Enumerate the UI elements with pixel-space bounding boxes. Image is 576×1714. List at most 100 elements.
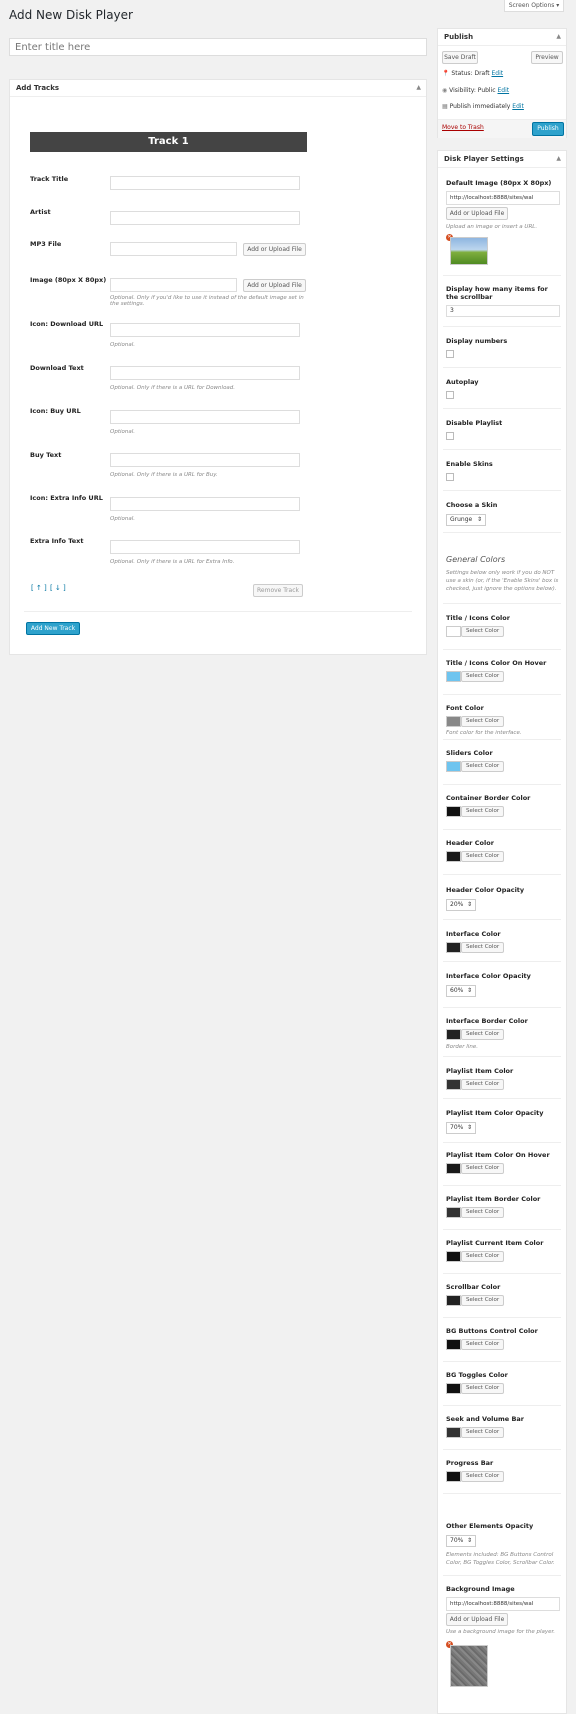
status-edit-link[interactable]: Edit bbox=[492, 70, 504, 77]
general-colors-note: Settings below only work if you do NOT u… bbox=[446, 570, 559, 592]
buy-text-input[interactable] bbox=[110, 453, 300, 467]
playlist-item-color-on-hover-button[interactable]: Select Color bbox=[461, 1163, 505, 1174]
disable-playlist-checkbox[interactable] bbox=[446, 432, 454, 440]
seek-and-volume-bar-swatch[interactable] bbox=[446, 1427, 461, 1438]
move-to-trash-link[interactable]: Move to Trash bbox=[442, 124, 484, 131]
image-input[interactable] bbox=[110, 278, 237, 292]
scrollbar-color-swatch[interactable] bbox=[446, 1295, 461, 1306]
interface-border-button[interactable]: Select Color bbox=[461, 1029, 505, 1040]
sliders-color-swatch[interactable] bbox=[446, 761, 461, 772]
other-opacity-hint: Elements included: BG Buttons Control Co… bbox=[446, 1552, 555, 1566]
pin-icon: 📍 bbox=[442, 70, 450, 77]
mp3-upload-button[interactable]: Add or Upload File bbox=[243, 243, 306, 256]
visibility-edit-link[interactable]: Edit bbox=[498, 87, 510, 94]
header-color-button[interactable]: Select Color bbox=[461, 851, 505, 862]
mp3-file-input[interactable] bbox=[110, 242, 237, 256]
header-color-swatch[interactable] bbox=[446, 851, 461, 862]
playlist-current-item-color-label: Playlist Current Item Color bbox=[446, 1239, 544, 1247]
progress-bar-swatch[interactable] bbox=[446, 1471, 461, 1482]
playlist-current-item-color-swatch[interactable] bbox=[446, 1251, 461, 1262]
default-image-hint: Upload an image or insert a URL. bbox=[446, 224, 538, 230]
playlist-item-color-on-hover-swatch[interactable] bbox=[446, 1163, 461, 1174]
skin-select[interactable]: Grunge ⇕ bbox=[446, 514, 486, 526]
header-opacity-select[interactable]: 20% ⇕ bbox=[446, 899, 476, 911]
schedule-edit-link[interactable]: Edit bbox=[512, 103, 524, 110]
enable-skins-checkbox[interactable] bbox=[446, 473, 454, 481]
bg-buttons-control-color-label: BG Buttons Control Color bbox=[446, 1327, 538, 1335]
download-url-hint: Optional. bbox=[110, 342, 136, 348]
artist-input[interactable] bbox=[110, 211, 300, 225]
extra-info-text-input[interactable] bbox=[110, 540, 300, 554]
font-color-button[interactable]: Select Color bbox=[461, 716, 505, 727]
divider bbox=[443, 739, 561, 740]
artist-label: Artist bbox=[30, 208, 51, 216]
seek-and-volume-bar-button[interactable]: Select Color bbox=[461, 1427, 505, 1438]
image-upload-button[interactable]: Add or Upload File bbox=[243, 279, 306, 292]
interface-border-swatch[interactable] bbox=[446, 1029, 461, 1040]
download-text-input[interactable] bbox=[110, 366, 300, 380]
collapse-icon[interactable]: ▲ bbox=[416, 80, 421, 96]
settings-header[interactable]: Disk Player Settings ▲ bbox=[438, 151, 566, 168]
display-numbers-checkbox[interactable] bbox=[446, 350, 454, 358]
settings-box: Disk Player Settings ▲ Default Image (80p… bbox=[437, 150, 567, 1714]
container-border-color-swatch[interactable] bbox=[446, 806, 461, 817]
bg-buttons-control-color-button[interactable]: Select Color bbox=[461, 1339, 505, 1350]
divider bbox=[443, 1007, 561, 1008]
title-input[interactable]: Enter title here bbox=[9, 38, 427, 56]
playlist-item-border-color-swatch[interactable] bbox=[446, 1207, 461, 1218]
add-new-track-button[interactable]: Add New Track bbox=[26, 622, 80, 635]
container-border-color-button[interactable]: Select Color bbox=[461, 806, 505, 817]
bg-toggles-color-swatch[interactable] bbox=[446, 1383, 461, 1394]
title-icons-color-on-hover-button[interactable]: Select Color bbox=[461, 671, 505, 682]
title-icons-color-on-hover-swatch[interactable] bbox=[446, 671, 461, 682]
bg-toggles-color-button[interactable]: Select Color bbox=[461, 1383, 505, 1394]
track-title-input[interactable] bbox=[110, 176, 300, 190]
interface-opacity-select[interactable]: 60% ⇕ bbox=[446, 985, 476, 997]
background-image-input[interactable]: http://localhost:8888/sites/wal bbox=[446, 1597, 560, 1611]
title-icons-color-swatch[interactable] bbox=[446, 626, 461, 637]
font-color-swatch[interactable] bbox=[446, 716, 461, 727]
download-text-label: Download Text bbox=[30, 364, 84, 372]
playlist-item-opacity-select[interactable]: 70% ⇕ bbox=[446, 1122, 476, 1134]
move-up-link[interactable]: [ ↑ ] bbox=[31, 584, 47, 592]
remove-track-button[interactable]: Remove Track bbox=[253, 584, 303, 597]
default-image-upload-button[interactable]: Add or Upload File bbox=[446, 207, 508, 220]
collapse-icon[interactable]: ▲ bbox=[556, 151, 561, 167]
default-image-input[interactable]: http://localhost:8888/sites/wal bbox=[446, 191, 560, 205]
title-icons-color-button[interactable]: Select Color bbox=[461, 626, 505, 637]
screen-options-button[interactable]: Screen Options ▾ bbox=[504, 0, 564, 12]
playlist-item-color-button[interactable]: Select Color bbox=[461, 1079, 505, 1090]
disable-playlist-label: Disable Playlist bbox=[446, 419, 503, 427]
playlist-item-color-swatch[interactable] bbox=[446, 1079, 461, 1090]
collapse-icon[interactable]: ▲ bbox=[556, 29, 561, 45]
display-items-input[interactable]: 3 bbox=[446, 305, 560, 317]
autoplay-checkbox[interactable] bbox=[446, 391, 454, 399]
background-image-upload-button[interactable]: Add or Upload File bbox=[446, 1613, 508, 1626]
playlist-item-border-color-button[interactable]: Select Color bbox=[461, 1207, 505, 1218]
buy-url-hint: Optional. bbox=[110, 429, 136, 435]
sliders-color-button[interactable]: Select Color bbox=[461, 761, 505, 772]
progress-bar-button[interactable]: Select Color bbox=[461, 1471, 505, 1482]
progress-bar-label: Progress Bar bbox=[446, 1459, 494, 1467]
visibility-label: Visibility: Public bbox=[449, 87, 496, 94]
other-opacity-select[interactable]: 70% ⇕ bbox=[446, 1535, 476, 1547]
add-tracks-box: Add Tracks ▲ Track 1 Track Title Artist M… bbox=[9, 79, 427, 655]
page-title: Add New Disk Player bbox=[9, 8, 133, 22]
preview-button[interactable]: Preview bbox=[531, 51, 563, 64]
add-tracks-header[interactable]: Add Tracks ▲ bbox=[10, 80, 426, 97]
interface-color-button[interactable]: Select Color bbox=[461, 942, 505, 953]
publish-button[interactable]: Publish bbox=[532, 122, 564, 136]
save-draft-button[interactable]: Save Draft bbox=[442, 51, 478, 64]
move-down-link[interactable]: [ ↓ ] bbox=[50, 584, 66, 592]
scrollbar-color-button[interactable]: Select Color bbox=[461, 1295, 505, 1306]
playlist-current-item-color-button[interactable]: Select Color bbox=[461, 1251, 505, 1262]
publish-header[interactable]: Publish ▲ bbox=[438, 29, 566, 46]
bg-buttons-control-color-swatch[interactable] bbox=[446, 1339, 461, 1350]
track-title-label: Track Title bbox=[30, 175, 69, 183]
interface-color-swatch[interactable] bbox=[446, 942, 461, 953]
icon-download-url-input[interactable] bbox=[110, 323, 300, 337]
icon-buy-url-input[interactable] bbox=[110, 410, 300, 424]
interface-border-label: Interface Border Color bbox=[446, 1017, 528, 1025]
icon-extra-info-url-input[interactable] bbox=[110, 497, 300, 511]
enable-skins-label: Enable Skins bbox=[446, 460, 493, 468]
